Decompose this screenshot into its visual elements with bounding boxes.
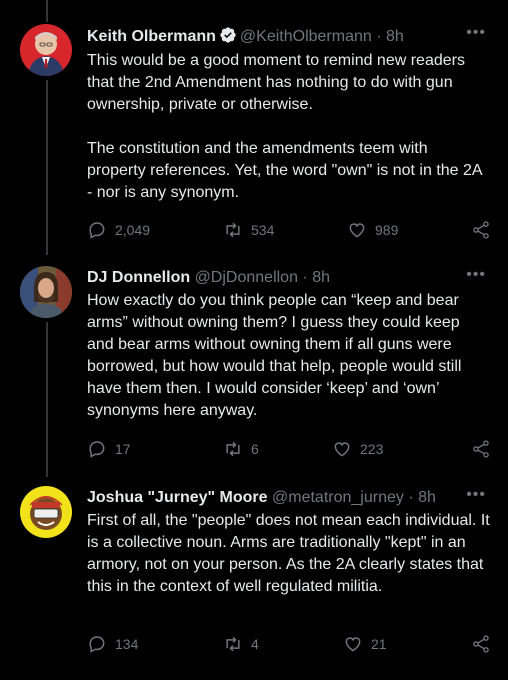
reply-button[interactable]: 2,049 <box>87 220 150 240</box>
more-options-icon[interactable]: ••• <box>466 24 486 42</box>
tweet-text: How exactly do you think people can “kee… <box>87 292 462 419</box>
tweet-2[interactable]: DJ Donnellon @DjDonnellon · 8h ••• How e… <box>0 266 508 466</box>
author-handle[interactable]: @DjDonnellon <box>195 269 298 286</box>
share-icon <box>473 440 489 458</box>
tweet-text: This would be a good moment to remind ne… <box>87 52 482 201</box>
heart-icon <box>349 223 365 238</box>
retweet-count: 4 <box>251 636 259 652</box>
separator-dot: · <box>408 489 414 506</box>
tweet-header: Joshua "Jurney" Moore @metatron_jurney ·… <box>87 488 488 508</box>
reply-button[interactable]: 134 <box>87 634 138 654</box>
retweet-button[interactable]: 6 <box>223 439 259 459</box>
tweet-1[interactable]: Keith Olbermann @KeithOlbermann · 8h ••• … <box>0 24 508 249</box>
author-name[interactable]: DJ Donnellon <box>87 269 190 286</box>
like-count: 989 <box>375 222 399 238</box>
tweet-actions: 2,049 534 989 <box>87 220 492 242</box>
like-count: 21 <box>371 636 387 652</box>
reply-icon <box>89 222 105 239</box>
thread-line <box>46 0 48 22</box>
author-handle[interactable]: @metatron_jurney <box>272 489 404 506</box>
reply-icon <box>89 441 105 458</box>
author-handle[interactable]: @KeithOlbermann <box>240 28 372 45</box>
avatar[interactable] <box>20 486 72 538</box>
like-button[interactable]: 21 <box>343 634 387 654</box>
separator-dot: · <box>376 28 382 45</box>
share-icon <box>473 221 489 239</box>
share-icon <box>473 635 489 653</box>
tweet-header: Keith Olbermann @KeithOlbermann · 8h <box>87 26 488 47</box>
timestamp[interactable]: 8h <box>312 269 330 286</box>
reply-count: 17 <box>115 441 131 457</box>
avatar[interactable] <box>20 266 72 318</box>
separator-dot: · <box>302 269 308 286</box>
tweet-3[interactable]: Joshua "Jurney" Moore @metatron_jurney ·… <box>0 486 508 676</box>
more-options-icon[interactable]: ••• <box>466 486 486 504</box>
like-button[interactable]: 223 <box>332 439 383 459</box>
share-button[interactable] <box>471 439 497 459</box>
reply-count: 2,049 <box>115 222 151 238</box>
share-button[interactable] <box>471 634 497 654</box>
verified-badge-icon <box>219 26 237 44</box>
reply-count: 134 <box>115 636 139 652</box>
like-button[interactable]: 989 <box>347 220 398 240</box>
retweet-count: 534 <box>251 222 275 238</box>
share-button[interactable] <box>471 220 497 240</box>
tweet-actions: 134 4 21 <box>87 634 492 656</box>
heart-icon <box>345 637 361 652</box>
heart-icon <box>334 442 350 457</box>
retweet-count: 6 <box>251 441 259 457</box>
retweet-button[interactable]: 4 <box>223 634 259 654</box>
retweet-icon <box>226 441 240 457</box>
avatar[interactable] <box>20 24 72 76</box>
tweet-actions: 17 6 223 <box>87 439 492 461</box>
author-name[interactable]: Joshua "Jurney" Moore <box>87 489 268 506</box>
tweet-text: First of all, the "people" does not mean… <box>87 512 490 595</box>
retweet-icon <box>226 222 240 238</box>
author-name[interactable]: Keith Olbermann <box>87 28 216 45</box>
like-count: 223 <box>360 441 384 457</box>
tweet-header: DJ Donnellon @DjDonnellon · 8h <box>87 268 488 288</box>
more-options-icon[interactable]: ••• <box>466 266 486 284</box>
reply-button[interactable]: 17 <box>87 439 131 459</box>
retweet-icon <box>226 636 240 652</box>
retweet-button[interactable]: 534 <box>223 220 274 240</box>
timestamp[interactable]: 8h <box>386 28 404 45</box>
timestamp[interactable]: 8h <box>418 489 436 506</box>
reply-icon <box>89 636 105 653</box>
